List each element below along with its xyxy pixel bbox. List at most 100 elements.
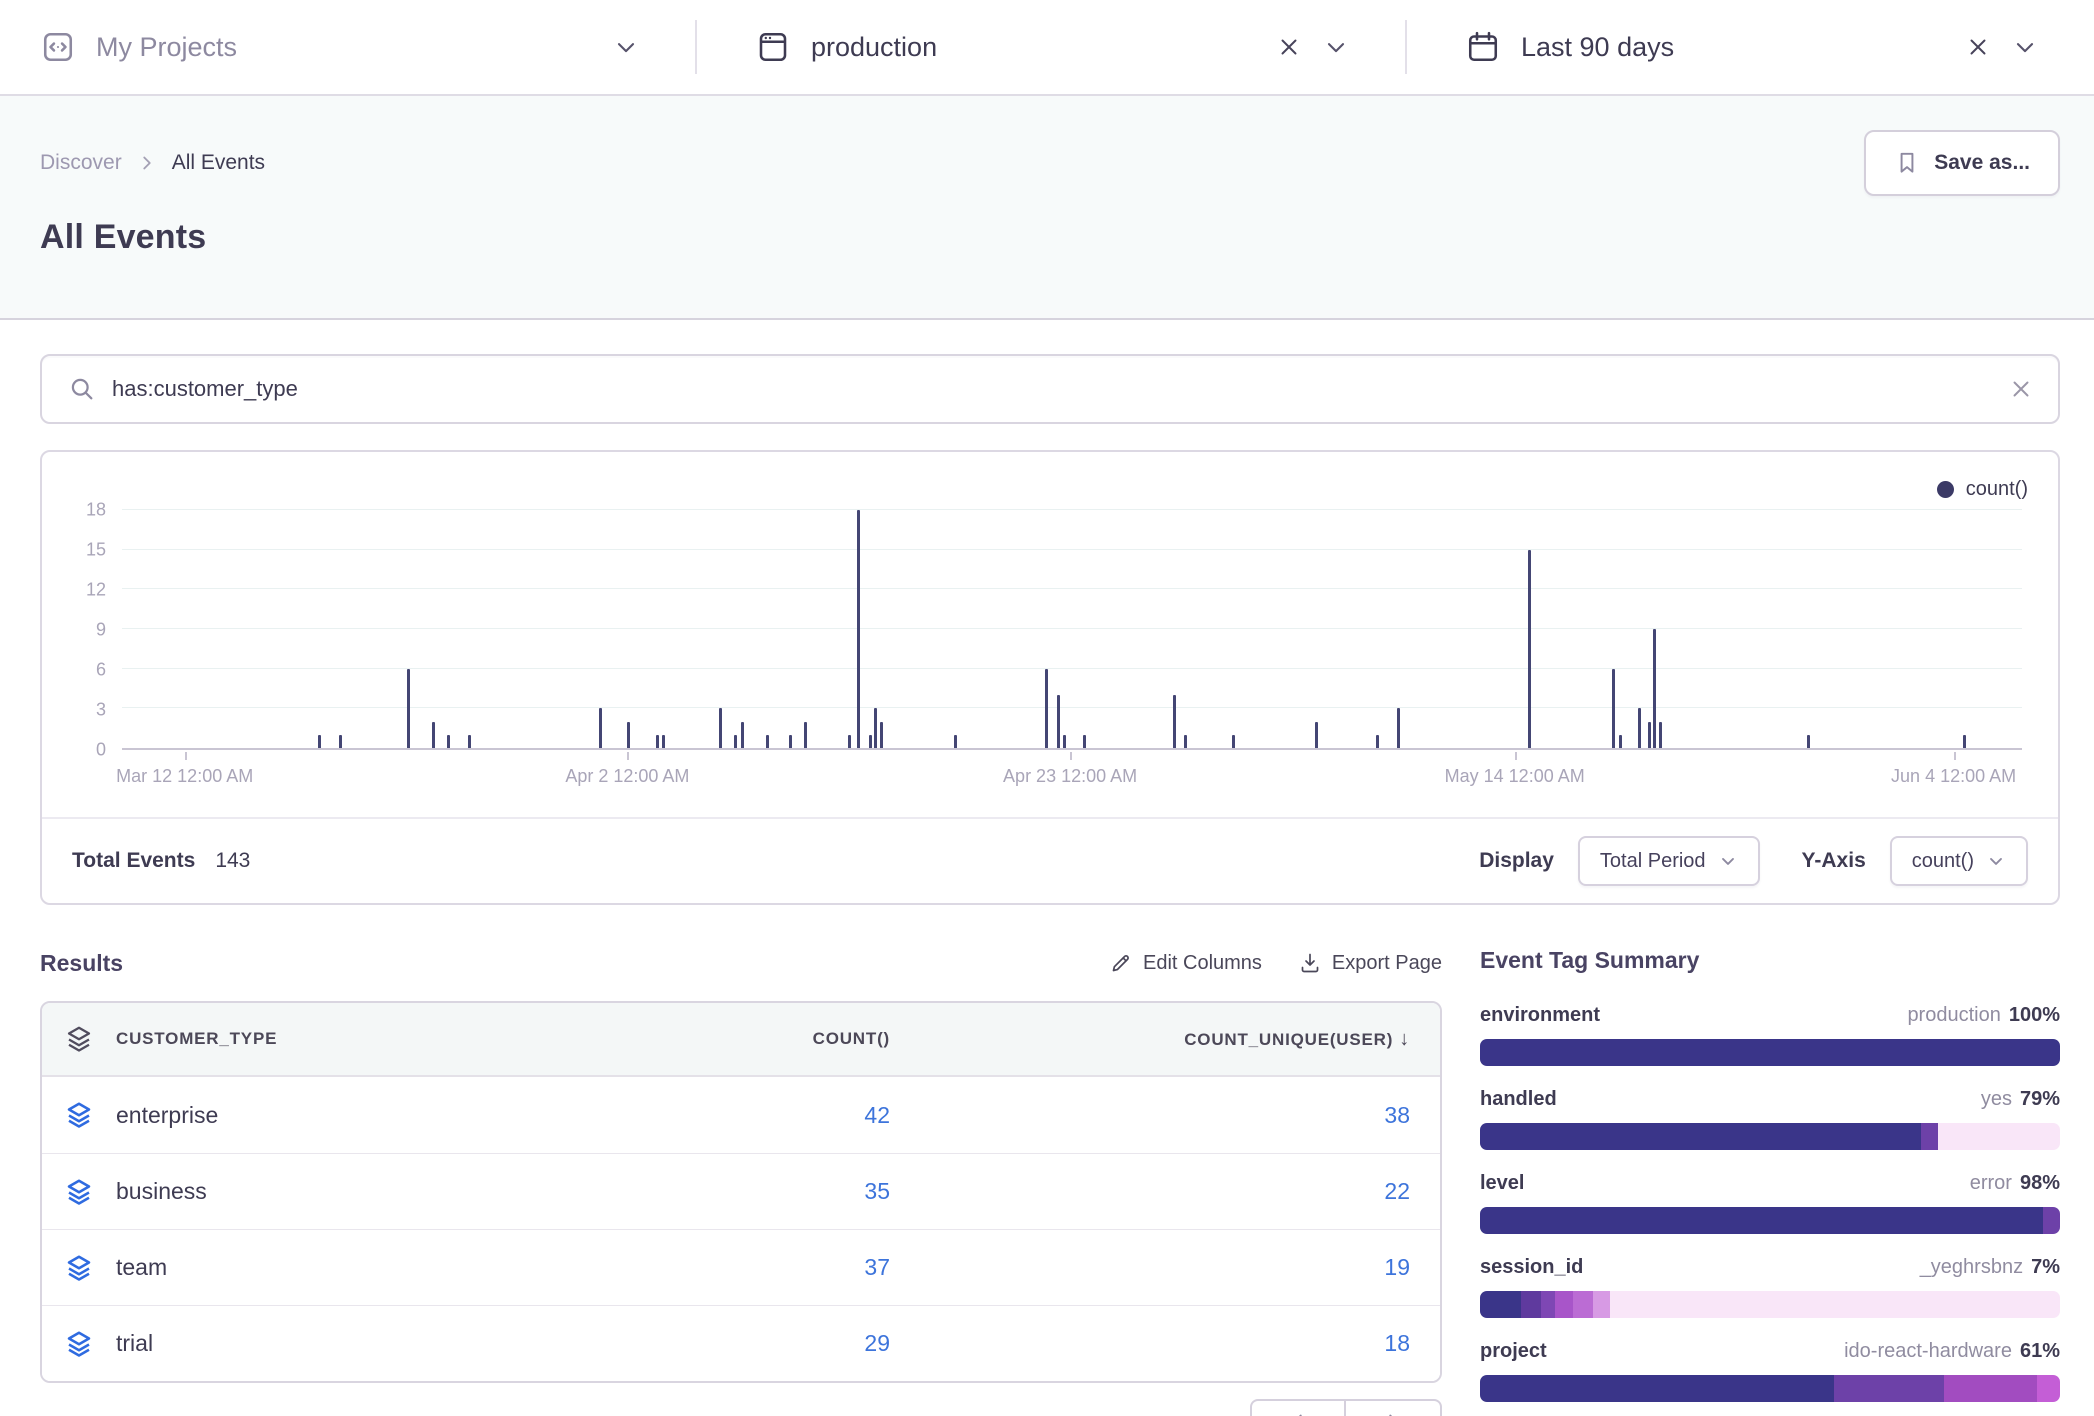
save-as-button[interactable]: Save as...	[1864, 130, 2060, 196]
chart-bar	[1057, 695, 1060, 748]
y-axis-label: Y-Axis	[1802, 849, 1866, 873]
tag-name: level	[1480, 1172, 1524, 1195]
chart-bar	[1653, 629, 1656, 748]
x-tick-label: Jun 4 12:00 AM	[1891, 766, 2016, 787]
chart-bar	[1376, 735, 1379, 748]
tag-bar-segment	[1938, 1123, 2060, 1150]
tag-name: session_id	[1480, 1256, 1583, 1279]
chart-plot[interactable]	[122, 510, 2022, 750]
next-page-button[interactable]	[1346, 1399, 1442, 1416]
count-link[interactable]: 29	[590, 1330, 890, 1357]
search-icon	[68, 375, 96, 403]
stack-icon	[42, 1024, 116, 1054]
count-unique-user-link[interactable]: 18	[890, 1330, 1410, 1357]
bookmark-icon	[1894, 150, 1920, 176]
legend-label: count()	[1966, 478, 2028, 501]
page-header: Discover All Events Save as... All Event…	[0, 96, 2094, 320]
window-icon	[755, 29, 791, 65]
count-unique-user-link[interactable]: 22	[890, 1178, 1410, 1205]
chart-bar	[1083, 735, 1086, 748]
export-page-button[interactable]: Export Page	[1298, 951, 1442, 975]
chart-bar	[1807, 735, 1810, 748]
chart-bar	[1232, 735, 1235, 748]
column-header-count-unique-user[interactable]: COUNT_UNIQUE(USER)↓	[890, 1028, 1410, 1051]
tag-list: environment production100% handled yes79…	[1480, 1004, 2060, 1402]
customer-type-cell: business	[116, 1178, 590, 1205]
tag-top-value: error98%	[1970, 1172, 2060, 1195]
count-link[interactable]: 37	[590, 1254, 890, 1281]
tag-bar-segment	[2043, 1207, 2060, 1234]
environment-selector[interactable]: production	[697, 0, 1405, 94]
chart-bar	[1963, 735, 1966, 748]
pencil-icon	[1109, 951, 1133, 975]
count-link[interactable]: 35	[590, 1178, 890, 1205]
chevron-right-icon	[1382, 1410, 1404, 1416]
table-row: trial 29 18	[42, 1305, 1440, 1381]
previous-page-button[interactable]	[1250, 1399, 1346, 1416]
chart-bar	[880, 722, 883, 748]
sort-desc-icon: ↓	[1399, 1028, 1410, 1050]
tag-top-value: _yeghrsbnz7%	[1920, 1256, 2060, 1279]
chart-gridline	[122, 588, 2022, 589]
tag-distribution-bar[interactable]	[1480, 1123, 2060, 1150]
y-tick-label: 9	[96, 620, 106, 641]
tag-bar-segment	[1593, 1291, 1610, 1318]
y-axis-select[interactable]: count()	[1890, 836, 2028, 886]
chart-bar	[1045, 669, 1048, 748]
chart-bar	[1063, 735, 1066, 748]
chart-bar	[432, 722, 435, 748]
chart-bar	[468, 735, 471, 748]
stack-icon	[42, 1177, 116, 1207]
table-row: enterprise 42 38	[42, 1077, 1440, 1153]
display-select[interactable]: Total Period	[1578, 836, 1760, 886]
stack-icon	[42, 1329, 116, 1359]
count-unique-user-link[interactable]: 38	[890, 1102, 1410, 1129]
chart-bar	[1173, 695, 1176, 748]
clear-environment-icon[interactable]	[1276, 34, 1302, 60]
chart-bar	[318, 735, 321, 748]
count-unique-user-link[interactable]: 19	[890, 1254, 1410, 1281]
project-selector[interactable]: My Projects	[0, 0, 695, 94]
chart-bar	[627, 722, 630, 748]
count-link[interactable]: 42	[590, 1102, 890, 1129]
stack-icon	[42, 1100, 116, 1130]
y-tick-label: 12	[86, 579, 106, 600]
y-axis-select-value: count()	[1912, 850, 1974, 873]
tag-name: environment	[1480, 1004, 1600, 1027]
tag-top-value: ido-react-hardware61%	[1844, 1340, 2060, 1363]
breadcrumb-discover[interactable]: Discover	[40, 151, 122, 175]
environment-selector-label: production	[811, 32, 937, 63]
chevron-down-icon	[1322, 33, 1350, 61]
chart-bar	[848, 735, 851, 748]
customer-type-cell: team	[116, 1254, 590, 1281]
table-row: team 37 19	[42, 1229, 1440, 1305]
total-events-value: 143	[215, 849, 250, 873]
chart-bar	[954, 735, 957, 748]
tag-bar-segment	[1480, 1039, 2060, 1066]
tag-distribution-bar[interactable]	[1480, 1375, 2060, 1402]
tag-bar-segment	[1480, 1123, 1921, 1150]
search-input[interactable]	[112, 376, 2008, 402]
tag-bar-segment	[1541, 1291, 1556, 1318]
chevron-right-icon	[136, 152, 158, 174]
x-tick-label: Apr 2 12:00 AM	[565, 766, 689, 787]
events-chart-card: count() 0369121518 Mar 12 12:00 AMApr 2 …	[40, 450, 2060, 905]
edit-columns-button[interactable]: Edit Columns	[1109, 951, 1262, 975]
calendar-icon	[1465, 29, 1501, 65]
display-label: Display	[1479, 849, 1554, 873]
tag-bar-segment	[1555, 1291, 1572, 1318]
chart-bar	[1397, 708, 1400, 748]
clear-date-icon[interactable]	[1965, 34, 1991, 60]
column-header-count[interactable]: COUNT()	[590, 1029, 890, 1049]
tag-distribution-bar[interactable]	[1480, 1207, 2060, 1234]
clear-search-icon[interactable]	[2008, 376, 2034, 402]
date-range-selector[interactable]: Last 90 days	[1407, 0, 2094, 94]
chart-bar	[599, 708, 602, 748]
tag-distribution-bar[interactable]	[1480, 1039, 2060, 1066]
column-header-customer-type[interactable]: CUSTOMER_TYPE	[116, 1029, 590, 1049]
tag-distribution-bar[interactable]	[1480, 1291, 2060, 1318]
chevron-down-icon	[1986, 851, 2006, 871]
chart-legend[interactable]: count()	[1937, 478, 2028, 501]
x-tick-mark	[1954, 752, 1956, 760]
tag-bar-segment	[2037, 1375, 2060, 1402]
